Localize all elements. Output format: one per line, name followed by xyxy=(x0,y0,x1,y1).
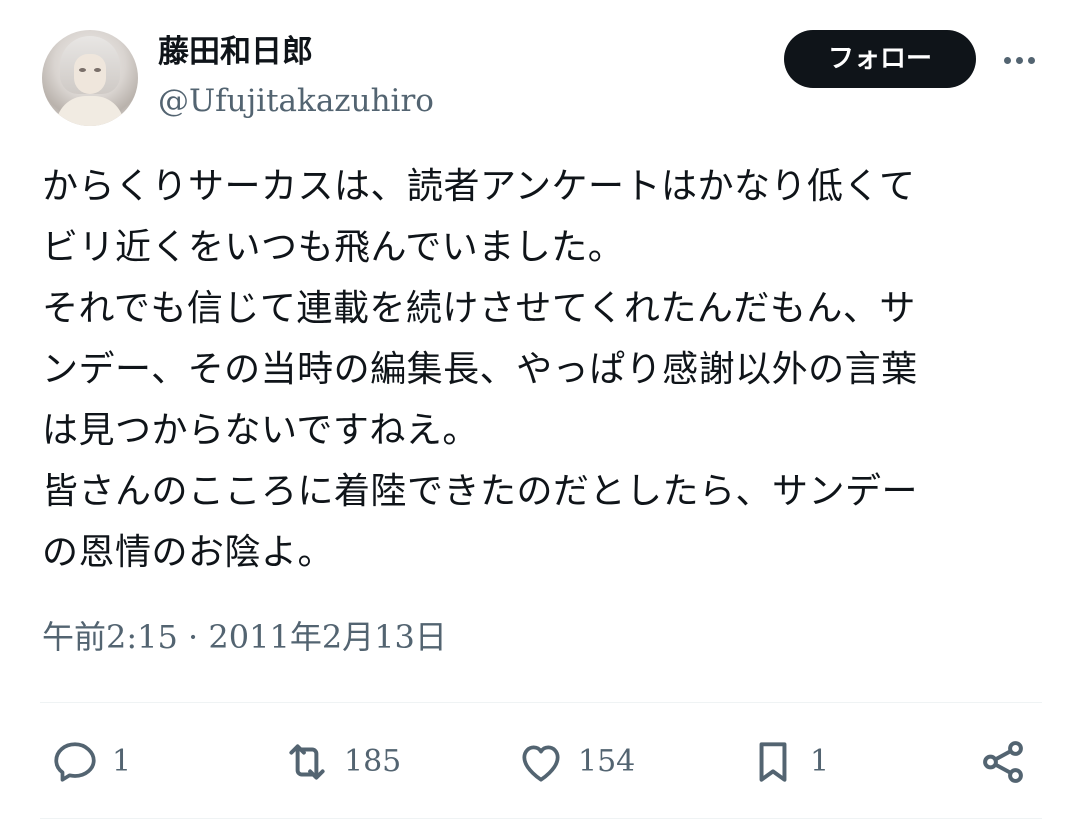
user-handle[interactable]: @Ufujitakazuhiro xyxy=(158,80,434,122)
share-icon xyxy=(983,741,1023,783)
avatar-face xyxy=(74,54,106,94)
bookmark-count: 1 xyxy=(810,744,830,779)
more-horizontal-icon[interactable] xyxy=(996,40,1042,80)
retweet-icon xyxy=(289,744,325,780)
more-dot xyxy=(1003,56,1011,64)
more-dot xyxy=(1015,56,1023,64)
display-name[interactable]: 藤田和日郎 xyxy=(158,30,313,74)
retweet-count: 185 xyxy=(344,744,402,779)
divider xyxy=(40,818,1042,819)
tweet-text-line: それでも信じて連載を続けさせてくれたんだもん、サ xyxy=(42,288,916,329)
bookmark-icon xyxy=(759,742,787,782)
more-dot xyxy=(1027,56,1035,64)
avatar-eye-right xyxy=(94,68,101,72)
retweet-button[interactable]: 185 xyxy=(282,736,401,788)
follow-button[interactable]: フォロー xyxy=(784,30,976,88)
like-button[interactable]: 154 xyxy=(516,736,635,788)
reply-count: 1 xyxy=(112,744,132,779)
bookmark-button[interactable]: 1 xyxy=(748,736,829,788)
tweet-text-line: ンデー、その当時の編集長、やっぱり感謝以外の言葉 xyxy=(42,349,918,390)
share-button[interactable] xyxy=(978,736,1028,788)
reply-icon xyxy=(54,742,96,782)
reply-button[interactable]: 1 xyxy=(50,736,131,788)
avatar-eye-left xyxy=(79,68,86,72)
tweet-text-line: ビリ近くをいつも飛んでいました。 xyxy=(42,227,625,268)
avatar[interactable] xyxy=(42,30,138,126)
tweet-card: 藤田和日郎 @Ufujitakazuhiro フォロー からくりサーカスは、読者… xyxy=(0,0,1080,823)
heart-icon xyxy=(522,745,560,782)
like-count: 154 xyxy=(578,744,636,779)
tweet-text: からくりサーカスは、読者アンケートはかなり低くて ビリ近くをいつも飛んでいました… xyxy=(42,156,1042,583)
tweet-timestamp[interactable]: 午前2:15 · 2011年2月13日 xyxy=(42,614,447,660)
tweet-text-line: 皆さんのこころに着陸できたのだとしたら、サンデー xyxy=(42,471,919,512)
avatar-body xyxy=(56,96,124,126)
divider xyxy=(40,702,1042,703)
tweet-text-line: は見つからないですねえ。 xyxy=(42,410,479,451)
tweet-text-line: からくりサーカスは、読者アンケートはかなり低くて xyxy=(42,166,916,207)
tweet-text-line: の恩情のお陰よ。 xyxy=(42,532,335,573)
